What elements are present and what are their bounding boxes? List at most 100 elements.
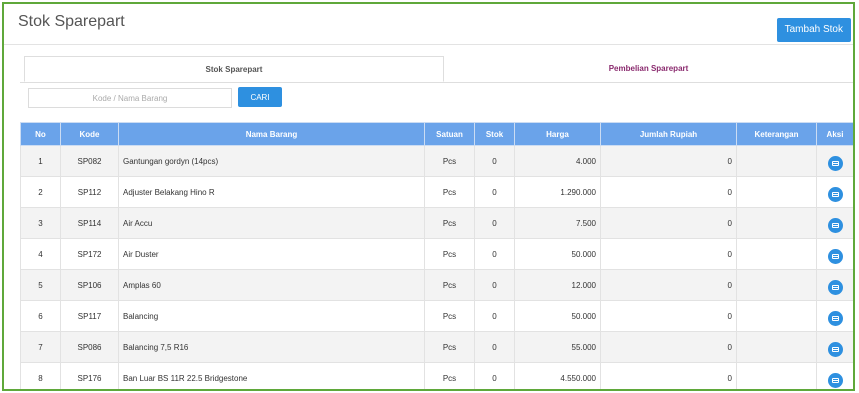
tab-bar: Stok Sparepart Pembelian Sparepart: [20, 56, 853, 83]
cell-jumlah-rupiah: 0: [600, 207, 737, 239]
table-row: 3 SP114 Air Accu Pcs 0 7.500 0: [20, 207, 853, 239]
cell-keterangan: [736, 362, 817, 389]
column-header-harga[interactable]: Harga: [514, 122, 601, 146]
column-header-jumlah-rupiah[interactable]: Jumlah Rupiah: [600, 122, 737, 146]
edit-icon[interactable]: [827, 310, 843, 326]
cell-nama-barang: Balancing 7,5 R16: [118, 331, 425, 363]
cell-stok: 0: [474, 300, 515, 332]
cell-keterangan: [736, 238, 817, 270]
cell-no: 4: [20, 238, 61, 270]
cell-satuan: Pcs: [424, 176, 475, 208]
edit-icon[interactable]: [827, 248, 843, 264]
tab-pembelian-sparepart[interactable]: Pembelian Sparepart: [444, 56, 853, 82]
search-button[interactable]: CARI: [238, 87, 282, 107]
table-row: 4 SP172 Air Duster Pcs 0 50.000 0: [20, 238, 853, 270]
cell-satuan: Pcs: [424, 238, 475, 270]
cell-kode: SP117: [60, 300, 119, 332]
cell-aksi: [816, 176, 853, 208]
column-header-stok[interactable]: Stok: [474, 122, 515, 146]
cell-satuan: Pcs: [424, 269, 475, 301]
cell-aksi: [816, 238, 853, 270]
cell-satuan: Pcs: [424, 331, 475, 363]
cell-harga: 7.500: [514, 207, 601, 239]
column-header-kode[interactable]: Kode: [60, 122, 119, 146]
app-frame: Stok Sparepart Tambah Stok Stok Sparepar…: [2, 2, 855, 391]
column-header-aksi: Aksi: [816, 122, 853, 146]
cell-no: 7: [20, 331, 61, 363]
cell-aksi: [816, 269, 853, 301]
cell-nama-barang: Air Accu: [118, 207, 425, 239]
cell-kode: SP082: [60, 145, 119, 177]
cell-no: 6: [20, 300, 61, 332]
cell-nama-barang: Adjuster Belakang Hino R: [118, 176, 425, 208]
cell-aksi: [816, 331, 853, 363]
cell-keterangan: [736, 207, 817, 239]
cell-harga: 12.000: [514, 269, 601, 301]
stock-table: No Kode Nama Barang Satuan Stok Harga Ju…: [20, 122, 853, 389]
table-row: 5 SP106 Amplas 60 Pcs 0 12.000 0: [20, 269, 853, 301]
cell-harga: 50.000: [514, 238, 601, 270]
cell-stok: 0: [474, 331, 515, 363]
cell-jumlah-rupiah: 0: [600, 176, 737, 208]
cell-satuan: Pcs: [424, 145, 475, 177]
tab-stok-sparepart[interactable]: Stok Sparepart: [24, 56, 444, 82]
cell-no: 8: [20, 362, 61, 389]
edit-icon[interactable]: [827, 341, 843, 357]
cell-no: 3: [20, 207, 61, 239]
cell-keterangan: [736, 300, 817, 332]
cell-nama-barang: Gantungan gordyn (14pcs): [118, 145, 425, 177]
cell-kode: SP176: [60, 362, 119, 389]
edit-icon[interactable]: [827, 155, 843, 171]
table-row: 6 SP117 Balancing Pcs 0 50.000 0: [20, 300, 853, 332]
cell-keterangan: [736, 145, 817, 177]
cell-satuan: Pcs: [424, 207, 475, 239]
cell-stok: 0: [474, 362, 515, 389]
add-stock-button[interactable]: Tambah Stok: [776, 18, 851, 42]
cell-satuan: Pcs: [424, 362, 475, 389]
table-row: 7 SP086 Balancing 7,5 R16 Pcs 0 55.000 0: [20, 331, 853, 363]
cell-nama-barang: Balancing: [118, 300, 425, 332]
cell-harga: 4.000: [514, 145, 601, 177]
column-header-satuan[interactable]: Satuan: [424, 122, 475, 146]
cell-nama-barang: Ban Luar BS 11R 22.5 Bridgestone: [118, 362, 425, 389]
column-header-no[interactable]: No: [20, 122, 61, 146]
column-header-nama-barang[interactable]: Nama Barang: [118, 122, 425, 146]
page-header: Stok Sparepart Tambah Stok: [4, 4, 853, 45]
edit-icon[interactable]: [827, 372, 843, 388]
cell-jumlah-rupiah: 0: [600, 362, 737, 389]
cell-nama-barang: Air Duster: [118, 238, 425, 270]
cell-jumlah-rupiah: 0: [600, 269, 737, 301]
table-row: 1 SP082 Gantungan gordyn (14pcs) Pcs 0 4.000 0: [20, 145, 853, 177]
cell-stok: 0: [474, 176, 515, 208]
cell-kode: SP106: [60, 269, 119, 301]
cell-kode: SP114: [60, 207, 119, 239]
table-row: 2 SP112 Adjuster Belakang Hino R Pcs 0 1.290.…: [20, 176, 853, 208]
cell-kode: SP172: [60, 238, 119, 270]
cell-stok: 0: [474, 207, 515, 239]
cell-keterangan: [736, 176, 817, 208]
cell-stok: 0: [474, 238, 515, 270]
cell-jumlah-rupiah: 0: [600, 238, 737, 270]
cell-keterangan: [736, 331, 817, 363]
cell-stok: 0: [474, 269, 515, 301]
cell-nama-barang: Amplas 60: [118, 269, 425, 301]
table-row: 8 SP176 Ban Luar BS 11R 22.5 Bridgestone Pc…: [20, 362, 853, 389]
cell-harga: 4.550.000: [514, 362, 601, 389]
cell-no: 2: [20, 176, 61, 208]
cell-no: 1: [20, 145, 61, 177]
cell-jumlah-rupiah: 0: [600, 145, 737, 177]
cell-jumlah-rupiah: 0: [600, 300, 737, 332]
search-input[interactable]: [28, 88, 232, 108]
cell-aksi: [816, 362, 853, 389]
cell-harga: 55.000: [514, 331, 601, 363]
edit-icon[interactable]: [827, 217, 843, 233]
cell-jumlah-rupiah: 0: [600, 331, 737, 363]
cell-harga: 1.290.000: [514, 176, 601, 208]
edit-icon[interactable]: [827, 279, 843, 295]
cell-aksi: [816, 207, 853, 239]
edit-icon[interactable]: [827, 186, 843, 202]
cell-kode: SP086: [60, 331, 119, 363]
column-header-keterangan[interactable]: Keterangan: [736, 122, 817, 146]
cell-satuan: Pcs: [424, 300, 475, 332]
cell-stok: 0: [474, 145, 515, 177]
